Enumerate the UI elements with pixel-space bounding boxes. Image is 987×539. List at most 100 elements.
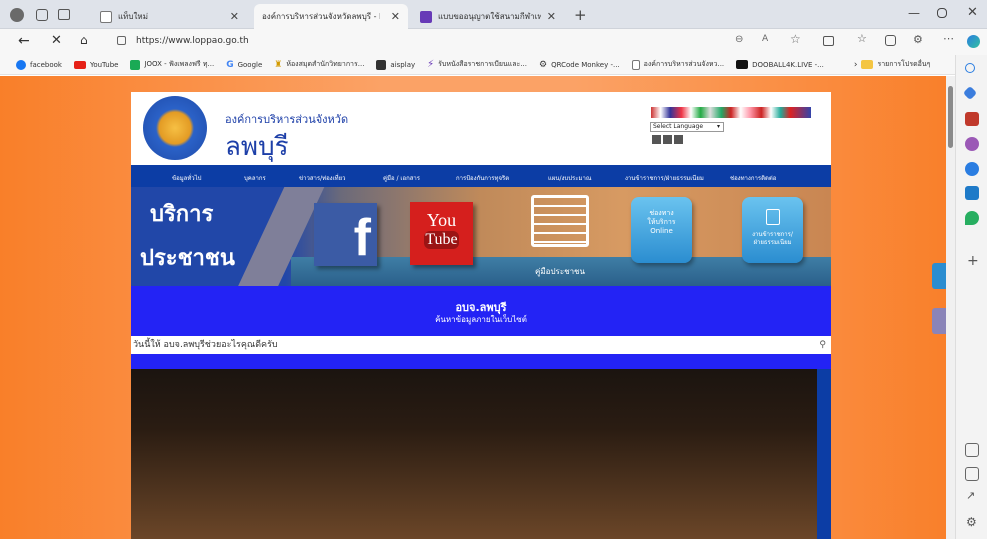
bookmark-docs[interactable]: ⚡ รับหนังสือราชการเบียนและ...	[427, 59, 527, 70]
nav-news[interactable]: ข่าวสาร/ท่องเที่ยว	[299, 173, 346, 183]
bookmark-google[interactable]: G Google	[226, 60, 262, 70]
close-tab-icon[interactable]: ✕	[391, 10, 400, 23]
restore-button[interactable]	[937, 8, 947, 18]
split-screen-icon[interactable]	[823, 36, 834, 46]
google-icon: G	[226, 59, 234, 70]
close-tab-icon[interactable]: ✕	[230, 10, 239, 23]
tab-actions-icon[interactable]	[58, 9, 70, 20]
manual-link[interactable]: คู่มือประชาชน	[514, 191, 606, 281]
bookmark-aisplay[interactable]: aisplay	[376, 59, 415, 70]
search-subtitle: ค้นหาข้อมูลภายในเว็บไซต์	[435, 315, 527, 324]
bookmark-label: QRCode Monkey -...	[551, 60, 620, 69]
close-tab-icon[interactable]: ✕	[547, 10, 556, 23]
bookmark-label: ห้องสมุดสำนักวิทยาการ...	[286, 60, 365, 68]
bookmarks-bar: facebook YouTube JOOX - ฟังเพลงฟรี ทุ...…	[0, 55, 987, 75]
youtube-word-1: You	[426, 210, 457, 230]
bookmark-library[interactable]: ♜ ห้องสมุดสำนักวิทยาการ...	[274, 59, 364, 70]
bookmark-loppao[interactable]: องค์การบริหารส่วนจังหว...	[631, 59, 724, 70]
bookmark-label: รายการโปรดอื่นๆ	[877, 60, 931, 68]
nav-budget[interactable]: แผน/งบประมาณ	[548, 173, 591, 183]
tools-icon[interactable]	[965, 112, 979, 126]
nav-personnel[interactable]: บุคลากร	[244, 173, 266, 183]
nav-manual[interactable]: คู่มือ / เอกสาร	[383, 173, 420, 183]
tab-new[interactable]: แท็บใหม่ ✕	[92, 4, 247, 29]
stop-icon[interactable]: ✕	[51, 33, 62, 48]
favorite-star-icon[interactable]: ☆	[790, 32, 801, 46]
workspaces-icon[interactable]	[36, 9, 48, 21]
close-window-button[interactable]: ✕	[967, 5, 978, 20]
tab-strip: แท็บใหม่ ✕ องค์การบริหารส่วนจังหวัดลพบุร…	[0, 0, 987, 29]
online-services-link[interactable]: ช่องทาง ให้บริการ Online	[631, 197, 692, 263]
extensions-icon[interactable]: ⚙	[913, 33, 923, 46]
language-flags[interactable]	[651, 107, 811, 118]
font-size-controls[interactable]	[652, 135, 683, 144]
more-icon[interactable]: ⋯	[943, 32, 954, 45]
bookmark-dooball[interactable]: DOOBALL4K.LIVE -...	[736, 60, 824, 69]
shopping-icon[interactable]	[962, 85, 978, 101]
forms-icon	[420, 10, 432, 23]
bookmark-youtube[interactable]: YouTube	[73, 60, 119, 69]
tab-loppao[interactable]: องค์การบริหารส่วนจังหวัดลพบุรี - Hom ✕	[254, 4, 408, 29]
new-tab-icon	[100, 10, 112, 23]
online-label-1: ช่องทาง	[649, 209, 674, 217]
facebook-link-icon[interactable]: f	[314, 203, 377, 267]
read-aloud-icon[interactable]: A	[762, 34, 768, 44]
youtube-link-icon[interactable]: You Tube	[410, 202, 473, 265]
bookmark-label: Google	[237, 60, 263, 69]
new-tab-button[interactable]: +	[574, 6, 587, 24]
search-icon[interactable]: ⚲	[819, 336, 826, 354]
games-icon[interactable]	[965, 137, 979, 151]
page-icon	[631, 59, 640, 70]
settings-icon[interactable]: ⚙	[966, 515, 977, 529]
back-icon[interactable]: ←	[18, 33, 30, 49]
facebook-icon	[16, 59, 26, 70]
search-input[interactable]: วันนี้ให้ อบจ.ลพบุรีช่วยอะไรคุณดีครับ ⚲	[131, 336, 831, 354]
minimize-button[interactable]: —	[908, 6, 920, 20]
dooball-icon	[736, 60, 749, 69]
favorites-icon[interactable]: ☆	[857, 32, 867, 45]
drop-icon[interactable]	[965, 211, 979, 225]
folder-icon	[861, 60, 874, 69]
language-select[interactable]: Select Language ▾	[650, 122, 724, 132]
address-bar: ← ✕ ⌂ https://www.loppao.go.th ⊖ A ☆ ☆ ⚙…	[0, 29, 987, 55]
nav-anticorruption[interactable]: การป้องกันการทุจริต	[456, 173, 509, 183]
language-select-label: Select Language	[653, 123, 704, 130]
search-icon[interactable]	[965, 63, 975, 73]
font-increase-icon[interactable]	[652, 135, 661, 144]
docs-icon: ⚡	[427, 59, 435, 70]
outlook-icon[interactable]	[965, 186, 979, 200]
bookmark-label: YouTube	[89, 60, 119, 69]
bookmark-joox[interactable]: JOOX - ฟังเพลงฟรี ทุ...	[130, 59, 214, 70]
bookmark-other[interactable]: › รายการโปรดอื่นๆ	[854, 59, 931, 70]
nav-about[interactable]: ข้อมูลทั่วไป	[172, 173, 202, 183]
scroll-thumb[interactable]	[948, 86, 953, 148]
joox-icon	[130, 59, 141, 70]
zoom-icon[interactable]: ⊖	[735, 34, 743, 45]
book-icon	[531, 195, 589, 247]
profile-icon[interactable]	[10, 8, 24, 22]
nav-contact[interactable]: ช่องทางการติดต่อ	[730, 173, 776, 183]
bookmark-facebook[interactable]: facebook	[16, 59, 62, 70]
font-normal-icon[interactable]	[663, 135, 672, 144]
collections-icon[interactable]	[885, 35, 896, 46]
font-decrease-icon[interactable]	[674, 135, 683, 144]
screenshot-icon[interactable]	[965, 443, 979, 457]
home-icon[interactable]: ⌂	[80, 33, 88, 47]
copilot-icon[interactable]	[967, 35, 980, 48]
hide-sidebar-icon[interactable]	[965, 467, 979, 481]
url-field[interactable]: https://www.loppao.go.th	[136, 36, 249, 46]
video-frame[interactable]	[131, 369, 817, 539]
chevron-right-icon: ›	[853, 59, 858, 70]
office-icon[interactable]	[965, 162, 979, 176]
library-icon: ♜	[274, 59, 283, 70]
tab-label: องค์การบริหารส่วนจังหวัดลพบุรี - Hom	[262, 12, 380, 21]
page-scrollbar[interactable]	[946, 76, 955, 539]
site-header: องค์การบริหารส่วนจังหวัด ลพบุรี Select L…	[131, 92, 831, 165]
nav-civil-service[interactable]: งานข้าราชการ/ฝ่ายธรรมเนียม	[625, 173, 704, 183]
tab-form[interactable]: แบบขออนุญาตใช้สนามกีฬาเทศบาลฯ ✕	[412, 4, 564, 29]
bookmark-qrcode[interactable]: ⚙ QRCode Monkey -...	[539, 60, 620, 70]
add-sidebar-icon[interactable]: +	[967, 253, 979, 269]
search-placeholder: วันนี้ให้ อบจ.ลพบุรีช่วยอะไรคุณดีครับ	[133, 340, 278, 350]
civil-service-link[interactable]: งานข้าราชการ/ ฝ่ายธรรมเนียม	[742, 197, 803, 263]
open-external-icon[interactable]: ↗	[966, 489, 975, 502]
